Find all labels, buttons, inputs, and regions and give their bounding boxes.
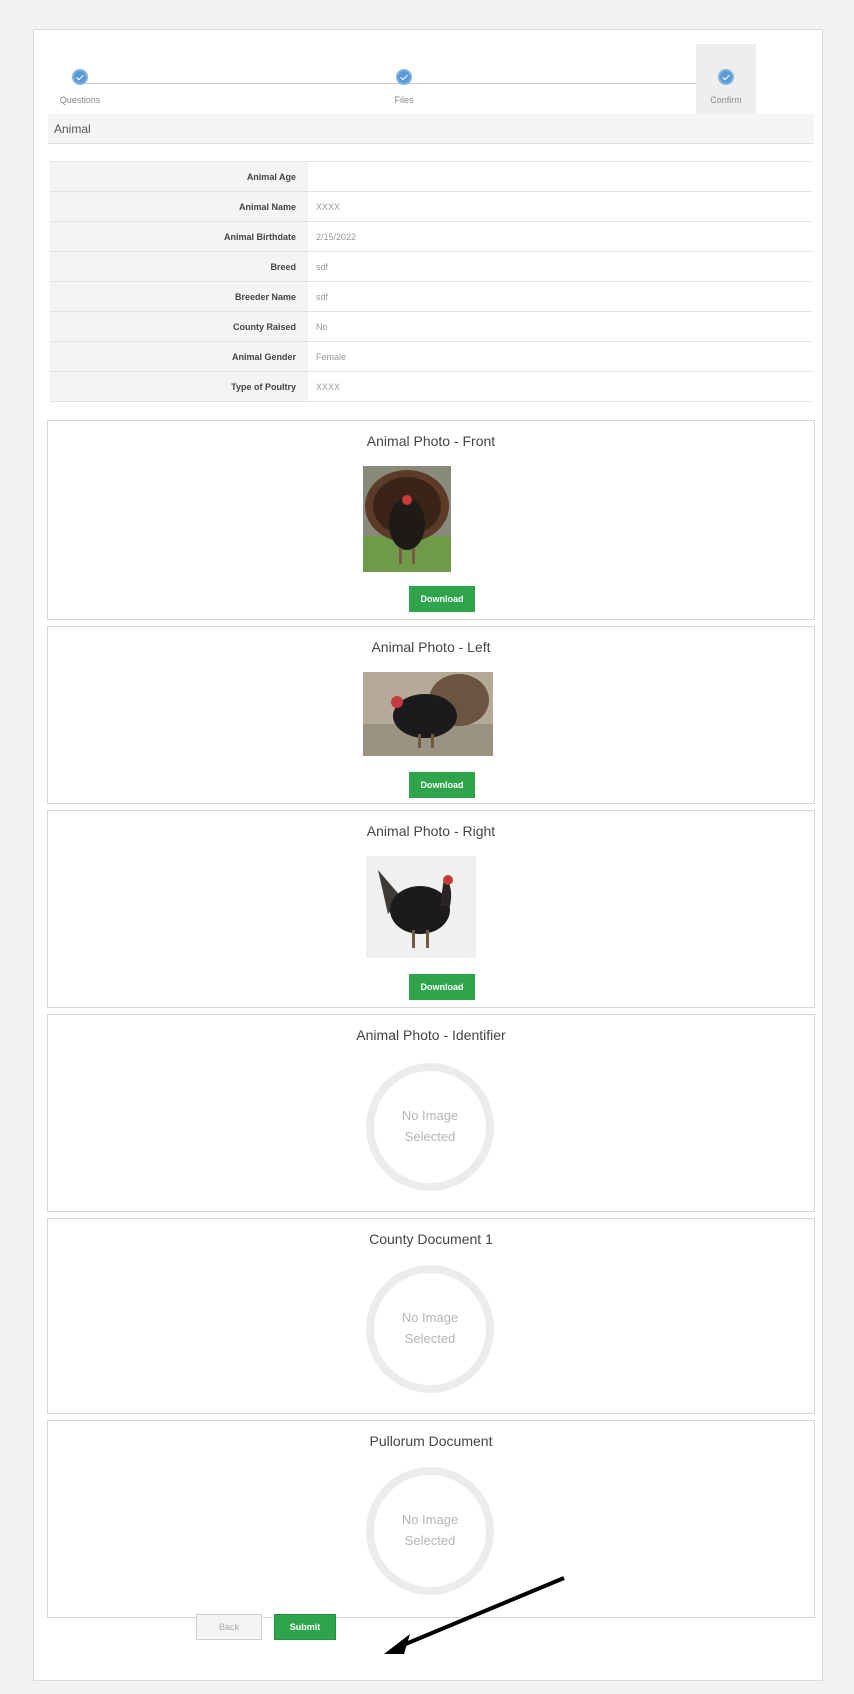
- check-icon: [72, 69, 88, 85]
- table-row: Animal Gender Female: [50, 341, 812, 372]
- detail-key: Animal Age: [50, 161, 308, 192]
- no-image-text: Selected: [404, 1533, 456, 1548]
- no-image-text: No Image: [401, 1512, 459, 1527]
- detail-key: County Raised: [50, 311, 308, 342]
- file-box-identifier: Animal Photo - Identifier No Image Selec…: [47, 1014, 815, 1212]
- detail-value: No: [316, 321, 328, 332]
- confirm-page-card: Questions Files Confirm Animal Animal Ag…: [33, 29, 823, 1681]
- file-title: County Document 1: [369, 1231, 493, 1247]
- section-header: Animal: [48, 114, 814, 144]
- download-button[interactable]: Download: [409, 772, 475, 798]
- step-confirm[interactable]: Confirm: [696, 44, 756, 114]
- file-title: Animal Photo - Right: [366, 823, 496, 839]
- detail-value: 2/15/2022: [316, 231, 357, 242]
- no-image-text: Selected: [404, 1331, 456, 1346]
- download-button[interactable]: Download: [409, 586, 475, 612]
- table-row: Breed sdf: [50, 251, 812, 282]
- check-icon: [396, 69, 412, 85]
- file-box-county-document: County Document 1 No Image Selected: [47, 1218, 815, 1414]
- table-row: Animal Birthdate 2/15/2022: [50, 221, 812, 252]
- table-row: Type of Poultry XXXX: [50, 371, 812, 402]
- file-title: Pullorum Document: [369, 1433, 493, 1449]
- detail-key: Breed: [50, 251, 308, 282]
- detail-value: Female: [316, 351, 347, 362]
- file-box-front: Animal Photo - Front Download: [47, 420, 815, 620]
- no-image-text: No Image: [401, 1108, 459, 1123]
- step-label: Confirm: [710, 95, 742, 105]
- step-files[interactable]: Files: [372, 44, 436, 114]
- animal-details-table: Animal Age Animal Name XXXX Animal Birth…: [50, 161, 812, 402]
- step-label: Questions: [59, 95, 101, 105]
- turkey-front-photo: [363, 466, 451, 572]
- file-title: Animal Photo - Left: [371, 639, 491, 655]
- detail-value: XXXX: [316, 201, 341, 212]
- no-image-text: Selected: [404, 1129, 456, 1144]
- turkey-left-photo: [363, 672, 493, 756]
- annotation-arrow-icon: [384, 1576, 565, 1654]
- detail-key: Breeder Name: [50, 281, 308, 312]
- detail-value: [308, 162, 812, 192]
- table-row: County Raised No: [50, 311, 812, 342]
- table-row: Animal Age: [50, 161, 812, 192]
- submit-button[interactable]: Submit: [274, 1614, 336, 1640]
- file-title: Animal Photo - Front: [366, 433, 496, 449]
- no-image-text: No Image: [401, 1310, 459, 1325]
- detail-key: Type of Poultry: [50, 371, 308, 402]
- step-label: Files: [394, 95, 414, 105]
- back-button[interactable]: Back: [196, 1614, 262, 1640]
- turkey-right-photo: [366, 856, 476, 958]
- no-image-placeholder: No Image Selected: [366, 1063, 494, 1191]
- detail-value: sdf: [316, 291, 329, 302]
- detail-key: Animal Name: [50, 191, 308, 222]
- file-box-right: Animal Photo - Right Download: [47, 810, 815, 1008]
- detail-key: Animal Birthdate: [50, 221, 308, 252]
- step-questions[interactable]: Questions: [48, 44, 112, 114]
- no-image-placeholder: No Image Selected: [366, 1265, 494, 1393]
- table-row: Animal Name XXXX: [50, 191, 812, 222]
- file-box-left: Animal Photo - Left Download: [47, 626, 815, 804]
- check-icon: [718, 69, 734, 85]
- detail-key: Animal Gender: [50, 341, 308, 372]
- detail-value: sdf: [316, 261, 329, 272]
- progress-stepper: Questions Files Confirm: [34, 44, 824, 114]
- detail-value: XXXX: [316, 381, 341, 392]
- download-button[interactable]: Download: [409, 974, 475, 1000]
- file-title: Animal Photo - Identifier: [356, 1027, 506, 1043]
- table-row: Breeder Name sdf: [50, 281, 812, 312]
